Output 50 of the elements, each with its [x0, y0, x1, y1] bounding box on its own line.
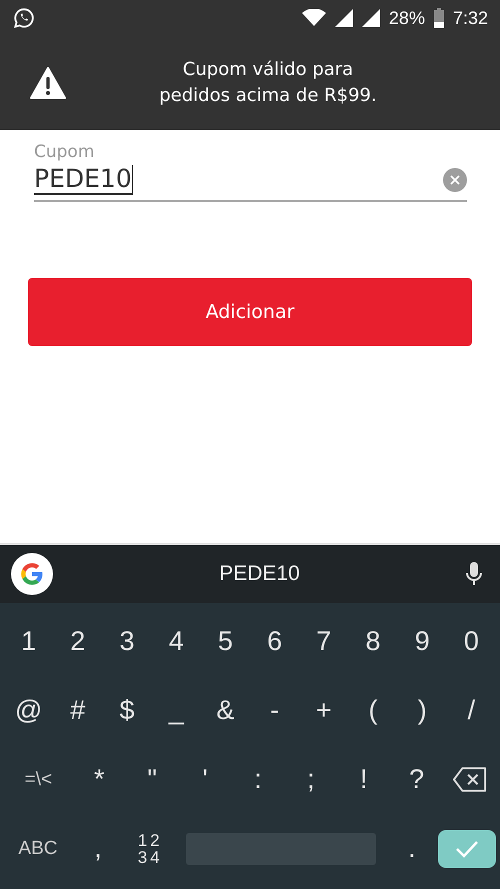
key[interactable]: 3	[102, 626, 152, 657]
key[interactable]: "	[126, 764, 179, 795]
signal-icon	[334, 9, 353, 27]
key[interactable]: 4	[152, 626, 201, 657]
key[interactable]: 0	[446, 626, 496, 657]
chat-bubble-icon	[13, 7, 35, 29]
numpad-key[interactable]: 12 34	[124, 832, 176, 866]
clock: 7:32	[452, 8, 488, 28]
key[interactable]: )	[398, 695, 447, 726]
key[interactable]: ,	[72, 833, 124, 864]
clear-icon[interactable]	[443, 168, 467, 192]
warning-icon	[30, 67, 66, 99]
key[interactable]: '	[178, 764, 232, 795]
mode-key[interactable]: ABC	[4, 838, 72, 860]
backspace-icon[interactable]	[452, 767, 487, 792]
key[interactable]: _	[152, 695, 201, 726]
add-button[interactable]: Adicionar	[28, 278, 472, 346]
wifi-icon	[302, 9, 326, 27]
key[interactable]: ;	[284, 764, 338, 795]
key[interactable]: -	[250, 695, 300, 726]
key[interactable]: /	[446, 695, 496, 726]
battery-icon	[434, 8, 444, 28]
key[interactable]: *	[72, 764, 126, 795]
key[interactable]: 5	[200, 626, 250, 657]
key[interactable]: 8	[348, 626, 398, 657]
microphone-icon[interactable]	[466, 562, 482, 586]
key[interactable]: #	[53, 695, 102, 726]
key[interactable]: $	[102, 695, 152, 726]
google-icon[interactable]	[11, 553, 53, 595]
warning-message: Cupom válido para pedidos acima de R$99.	[158, 58, 378, 108]
key[interactable]: .	[386, 833, 438, 864]
key[interactable]: (	[348, 695, 398, 726]
key[interactable]: 6	[250, 626, 300, 657]
signal-icon	[362, 9, 380, 27]
enter-key[interactable]	[438, 830, 496, 868]
check-icon[interactable]	[454, 840, 479, 858]
key[interactable]: 9	[398, 626, 447, 657]
key[interactable]: +	[299, 695, 348, 726]
key[interactable]: ?	[390, 764, 444, 795]
mode-key[interactable]: =\<	[4, 768, 73, 790]
coupon-input-field[interactable]: PEDE10	[34, 162, 467, 202]
field-label: Cupom	[34, 142, 96, 162]
key[interactable]: :	[232, 764, 284, 795]
key[interactable]: 7	[299, 626, 348, 657]
key[interactable]: !	[337, 764, 390, 795]
key[interactable]: 2	[53, 626, 102, 657]
key[interactable]: 1	[4, 626, 54, 657]
key[interactable]: @	[4, 695, 54, 726]
key[interactable]: &	[200, 695, 250, 726]
battery-percent: 28%	[388, 8, 425, 28]
